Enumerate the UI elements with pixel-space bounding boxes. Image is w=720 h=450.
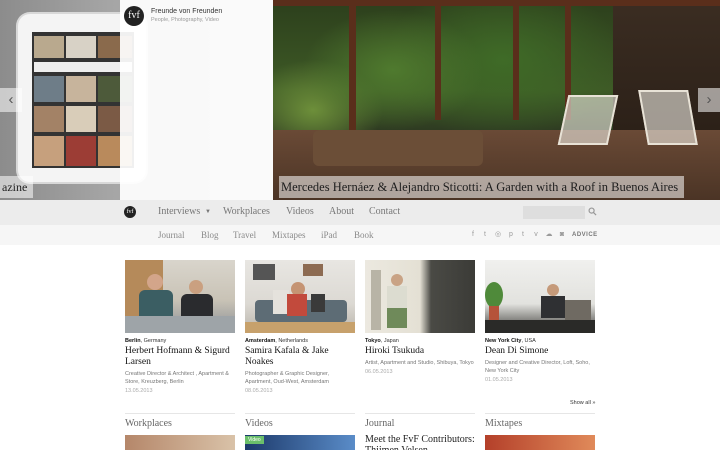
photo-chair xyxy=(557,95,619,145)
nav-blog[interactable]: Blog xyxy=(201,230,219,240)
photo-beam xyxy=(513,0,519,120)
section-workplaces: Workplaces xyxy=(125,413,235,429)
interview-photo[interactable] xyxy=(125,260,235,333)
card-title[interactable]: Hiroki Tsukuda xyxy=(365,346,475,357)
nav-travel[interactable]: Travel xyxy=(233,230,256,240)
section-title[interactable]: Workplaces xyxy=(125,418,235,429)
vimeo-icon[interactable]: v xyxy=(532,231,540,239)
photo-beam xyxy=(349,0,356,140)
facebook-icon[interactable]: f xyxy=(469,231,477,239)
nav-journal[interactable]: Journal xyxy=(158,230,185,240)
nav-logo[interactable]: fvf xyxy=(124,206,136,218)
interview-card[interactable]: Tokyo, Japan Hiroki Tsukuda Artist, Apar… xyxy=(365,260,475,375)
card-location: Amsterdam, Netherlands xyxy=(245,338,308,344)
previous-slide-caption[interactable]: azine xyxy=(0,176,34,198)
photo-beam xyxy=(435,0,441,120)
card-title[interactable]: Dean Di Simone xyxy=(485,346,595,357)
brand-name: Freunde von Freunden xyxy=(151,8,223,15)
card-description: Photographer & Graphic Designer, Apartme… xyxy=(245,371,330,385)
card-title[interactable]: Samira Kafala & Jake Noakes xyxy=(245,346,355,368)
journal-headline[interactable]: Meet the FvF Contributors: Thijmen Velse… xyxy=(365,434,480,450)
section-mixtapes: Mixtapes xyxy=(485,413,595,429)
section-title[interactable]: Videos xyxy=(245,418,355,429)
nav-workplaces[interactable]: Workplaces xyxy=(223,206,270,217)
section-videos: Videos xyxy=(245,413,355,429)
card-date: 08.05.2013 xyxy=(245,388,273,394)
photo-sofa xyxy=(313,130,483,166)
nav-interviews[interactable]: Interviews xyxy=(158,206,200,217)
ipad-screen xyxy=(32,32,134,168)
search-input[interactable] xyxy=(523,206,585,219)
twitter-icon[interactable]: t xyxy=(481,231,489,239)
instagram-icon[interactable]: ◎ xyxy=(494,231,502,239)
pinterest-icon[interactable]: p xyxy=(507,231,515,239)
slider-prev-button[interactable]: ‹ xyxy=(0,88,22,112)
show-all-link[interactable]: Show all » xyxy=(570,400,595,406)
current-slide[interactable]: Mercedes Hernáez & Alejandro Sticotti: A… xyxy=(273,0,720,200)
slider-next-button[interactable]: › xyxy=(698,88,720,112)
section-journal: Journal xyxy=(365,413,475,429)
card-title[interactable]: Herbert Hofmann & Sigurd Larsen xyxy=(125,346,235,368)
brand[interactable]: fvf Freunde von Freunden People, Photogr… xyxy=(124,6,222,26)
card-date: 06.05.2013 xyxy=(365,369,393,375)
interview-card[interactable]: Amsterdam, Netherlands Samira Kafala & J… xyxy=(245,260,355,394)
interview-photo[interactable] xyxy=(485,260,595,333)
card-location: New York City, USA xyxy=(485,338,536,344)
search-icon[interactable] xyxy=(588,207,597,216)
slide-fade-overlay xyxy=(120,0,273,200)
card-description: Designer and Creative Director, Loft, So… xyxy=(485,360,590,374)
section-title[interactable]: Journal xyxy=(365,418,475,429)
previous-slide[interactable]: azine xyxy=(0,0,273,200)
slide-caption[interactable]: Mercedes Hernáez & Alejandro Sticotti: A… xyxy=(279,176,685,198)
advice-link[interactable]: ADVICE xyxy=(572,232,598,238)
card-description: Creative Director & Architect , Apartmen… xyxy=(125,371,229,385)
secondary-navigation: Journal Blog Travel Mixtapes iPad Book f… xyxy=(0,225,720,245)
workplaces-thumbnail[interactable] xyxy=(125,435,235,450)
interview-card[interactable]: Berlin, Germany Herbert Hofmann & Sigurd… xyxy=(125,260,235,394)
interview-card[interactable]: New York City, USA Dean Di Simone Design… xyxy=(485,260,595,383)
nav-book[interactable]: Book xyxy=(354,230,374,240)
nav-contact[interactable]: Contact xyxy=(369,206,400,217)
video-badge: Video xyxy=(245,436,264,444)
soundcloud-icon[interactable]: ☁ xyxy=(545,231,553,239)
nav-videos[interactable]: Videos xyxy=(286,206,314,217)
tumblr-icon[interactable]: t xyxy=(519,231,527,239)
interview-photo[interactable] xyxy=(245,260,355,333)
card-date: 01.05.2013 xyxy=(485,377,513,383)
main-navigation: fvf Interviews ▼ Workplaces Videos About… xyxy=(0,200,720,225)
brand-tagline: People, Photography, Video xyxy=(151,17,219,23)
nav-mixtapes[interactable]: Mixtapes xyxy=(272,230,306,240)
card-location: Berlin, Germany xyxy=(125,338,167,344)
card-description: Artist, Apartment and Studio, Shibuya, T… xyxy=(365,360,474,366)
hero-slider[interactable]: azine fvf Freunde von Freunden People, P… xyxy=(0,0,720,200)
nav-about[interactable]: About xyxy=(329,206,354,217)
rss-icon[interactable]: ◙ xyxy=(558,231,566,239)
photo-chair xyxy=(638,90,698,145)
chevron-down-icon[interactable]: ▼ xyxy=(205,209,211,215)
card-location: Tokyo, Japan xyxy=(365,338,399,344)
card-date: 13.05.2013 xyxy=(125,388,153,394)
nav-ipad[interactable]: iPad xyxy=(321,230,337,240)
fvf-logo[interactable]: fvf xyxy=(124,6,144,26)
mixtapes-thumbnail[interactable] xyxy=(485,435,595,450)
interview-photo[interactable] xyxy=(365,260,475,333)
section-title[interactable]: Mixtapes xyxy=(485,418,595,429)
photo-beam xyxy=(273,0,720,6)
